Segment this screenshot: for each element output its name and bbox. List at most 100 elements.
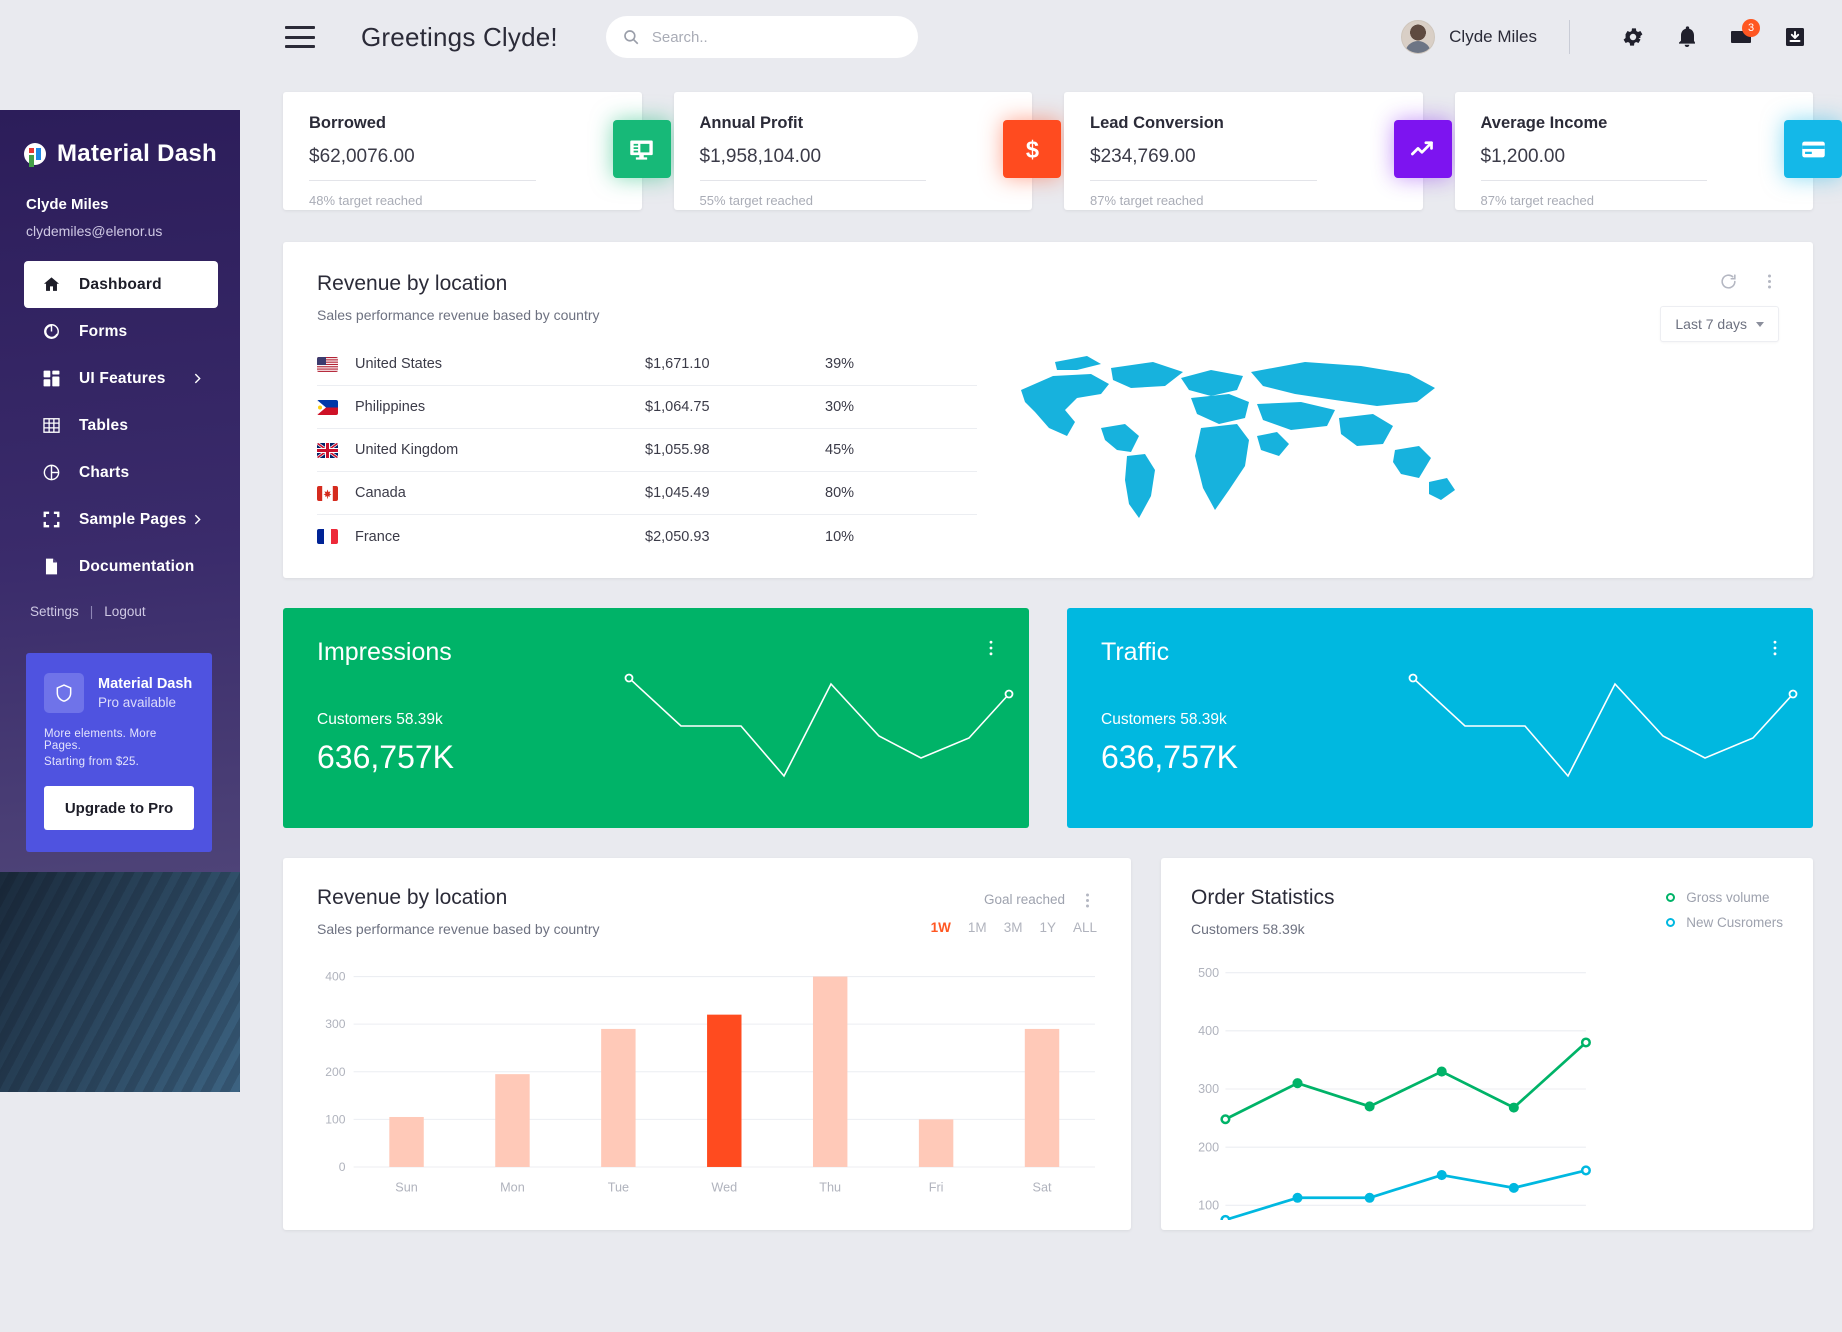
stat-value: $234,769.00	[1090, 146, 1196, 167]
sidebar-item-ui-features[interactable]: UI Features	[24, 355, 218, 402]
sidebar-item-charts[interactable]: Charts	[24, 449, 218, 496]
legend-dot	[1666, 918, 1676, 927]
divider	[1480, 180, 1708, 181]
country-value: $2,050.93	[645, 528, 710, 545]
svg-text:Thu: Thu	[819, 1180, 841, 1194]
divider	[1090, 180, 1317, 181]
table-row[interactable]: Canada $1,045.49 80%	[317, 472, 977, 515]
range-tab-1w[interactable]: 1W	[931, 920, 951, 935]
range-tab-1y[interactable]: 1Y	[1039, 920, 1056, 935]
stat-sub: 48% target reached	[309, 193, 423, 208]
mail-icon[interactable]: 3	[1724, 19, 1760, 54]
search-icon	[624, 30, 639, 45]
chart-legend: Gross volume New Cusromers	[1666, 890, 1783, 940]
sidebar-item-label: Tables	[79, 416, 129, 434]
download-icon[interactable]	[1778, 20, 1812, 54]
sidebar-item-label: Charts	[79, 463, 130, 481]
svg-text:Sat: Sat	[1033, 1180, 1052, 1194]
order-statistics-line-chart: 100 200 300 400 500	[1198, 966, 1591, 1220]
svg-text:Wed: Wed	[711, 1180, 737, 1194]
sidebar-item-tables[interactable]: Tables	[24, 402, 218, 449]
sidebar-item-documentation[interactable]: Documentation	[24, 543, 218, 590]
bell-icon[interactable]	[1670, 20, 1704, 54]
flag-france	[317, 529, 338, 544]
stat-title: Lead Conversion	[1090, 114, 1224, 132]
country-percent: 10%	[825, 528, 855, 545]
svg-text:300: 300	[325, 1017, 346, 1031]
impressions-card: Impressions Customers 58.39k 636,757K	[283, 608, 1029, 828]
impressions-sparkline	[624, 673, 1014, 778]
divider	[309, 180, 536, 181]
sidebar-item-label: Dashboard	[79, 275, 162, 293]
country-percent: 39%	[825, 356, 855, 372]
upgrade-to-pro-button[interactable]: Upgrade to Pro	[44, 786, 194, 830]
svg-text:100: 100	[325, 1112, 346, 1126]
svg-text:400: 400	[1198, 1024, 1219, 1038]
stat-sub: 55% target reached	[699, 193, 813, 208]
more-vertical-icon[interactable]	[981, 638, 1001, 658]
svg-text:Tue: Tue	[608, 1180, 629, 1194]
refresh-icon[interactable]	[1719, 272, 1738, 291]
sidebar-item-label: Sample Pages	[79, 510, 187, 528]
metric-cards: Impressions Customers 58.39k 636,757K Tr…	[283, 608, 1813, 828]
table-row[interactable]: United States $1,671.10 39%	[317, 343, 977, 386]
search-input[interactable]	[651, 28, 902, 46]
card-title: Revenue by location	[317, 886, 508, 909]
sidebar: Material Dash Clyde Miles clydemiles@ele…	[0, 110, 240, 1092]
date-range-dropdown[interactable]: Last 7 days	[1660, 306, 1779, 342]
sidebar-footer-links: Settings | Logout	[30, 604, 240, 619]
country-name: Canada	[355, 485, 406, 501]
range-tab-1m[interactable]: 1M	[968, 920, 987, 935]
monitor-icon-wrap	[612, 120, 671, 178]
country-value: $1,045.49	[645, 485, 710, 501]
search-box[interactable]	[605, 16, 918, 58]
brand-name: Material Dash	[57, 140, 217, 167]
range-tab-3m[interactable]: 3M	[1004, 920, 1023, 935]
legend-item-new-customers[interactable]: New Cusromers	[1666, 915, 1783, 930]
svg-text:100: 100	[1198, 1199, 1219, 1213]
sidebar-nav: Dashboard Forms UI Features Tables Chart…	[0, 261, 240, 590]
bottom-row: Revenue by location Sales performance re…	[283, 858, 1813, 1230]
settings-link[interactable]: Settings	[30, 604, 79, 619]
avatar[interactable]	[1401, 20, 1436, 54]
stat-value: $1,200.00	[1480, 146, 1566, 167]
sidebar-item-label: Documentation	[79, 557, 195, 575]
legend-item-gross-volume[interactable]: Gross volume	[1666, 890, 1783, 905]
svg-text:300: 300	[1198, 1082, 1219, 1096]
world-map	[1021, 356, 1455, 518]
trending-up-icon-wrap	[1393, 120, 1452, 178]
stat-value: $1,958,104.00	[699, 146, 822, 167]
menu-icon[interactable]	[285, 26, 315, 48]
sidebar-item-sample-pages[interactable]: Sample Pages	[24, 496, 218, 543]
top-bar: Greetings Clyde! Clyde Miles 3	[0, 0, 1842, 74]
sidebar-item-forms[interactable]: Forms	[24, 308, 218, 355]
logout-link[interactable]: Logout	[104, 604, 145, 619]
gear-icon[interactable]	[1616, 20, 1650, 54]
stat-card-average-income: Average Income $1,200.00 87% target reac…	[1454, 92, 1842, 210]
country-value: $1,055.98	[645, 442, 710, 458]
more-vertical-icon[interactable]	[1765, 638, 1785, 658]
document-icon	[45, 558, 58, 575]
sidebar-item-dashboard[interactable]: Dashboard	[24, 261, 218, 308]
more-vertical-icon[interactable]	[1760, 272, 1779, 291]
table-row[interactable]: United Kingdom $1,055.98 45%	[317, 429, 977, 472]
sidebar-background-image	[0, 872, 240, 1092]
chevron-down-icon	[1756, 321, 1764, 327]
svg-text:Mon: Mon	[500, 1180, 525, 1194]
pie-chart-icon	[43, 464, 60, 481]
stat-sub: 87% target reached	[1480, 193, 1594, 208]
range-tab-all[interactable]: ALL	[1073, 920, 1097, 935]
table-row[interactable]: Philippines $1,064.75 30%	[317, 386, 977, 429]
svg-text:200: 200	[325, 1065, 346, 1079]
promo-line-1: More elements. More Pages.	[44, 728, 157, 752]
table-row[interactable]: France $2,050.93 10%	[317, 515, 977, 558]
country-value: $1,064.75	[645, 399, 710, 415]
svg-text:Fri: Fri	[929, 1180, 944, 1194]
legend-label: New Cusromers	[1686, 915, 1783, 930]
divider	[699, 180, 927, 181]
grid-icon	[43, 370, 60, 387]
table-icon	[43, 418, 60, 433]
divider	[1569, 20, 1570, 54]
more-vertical-icon[interactable]	[1078, 891, 1097, 910]
dollar-icon-wrap: $	[1003, 120, 1061, 178]
